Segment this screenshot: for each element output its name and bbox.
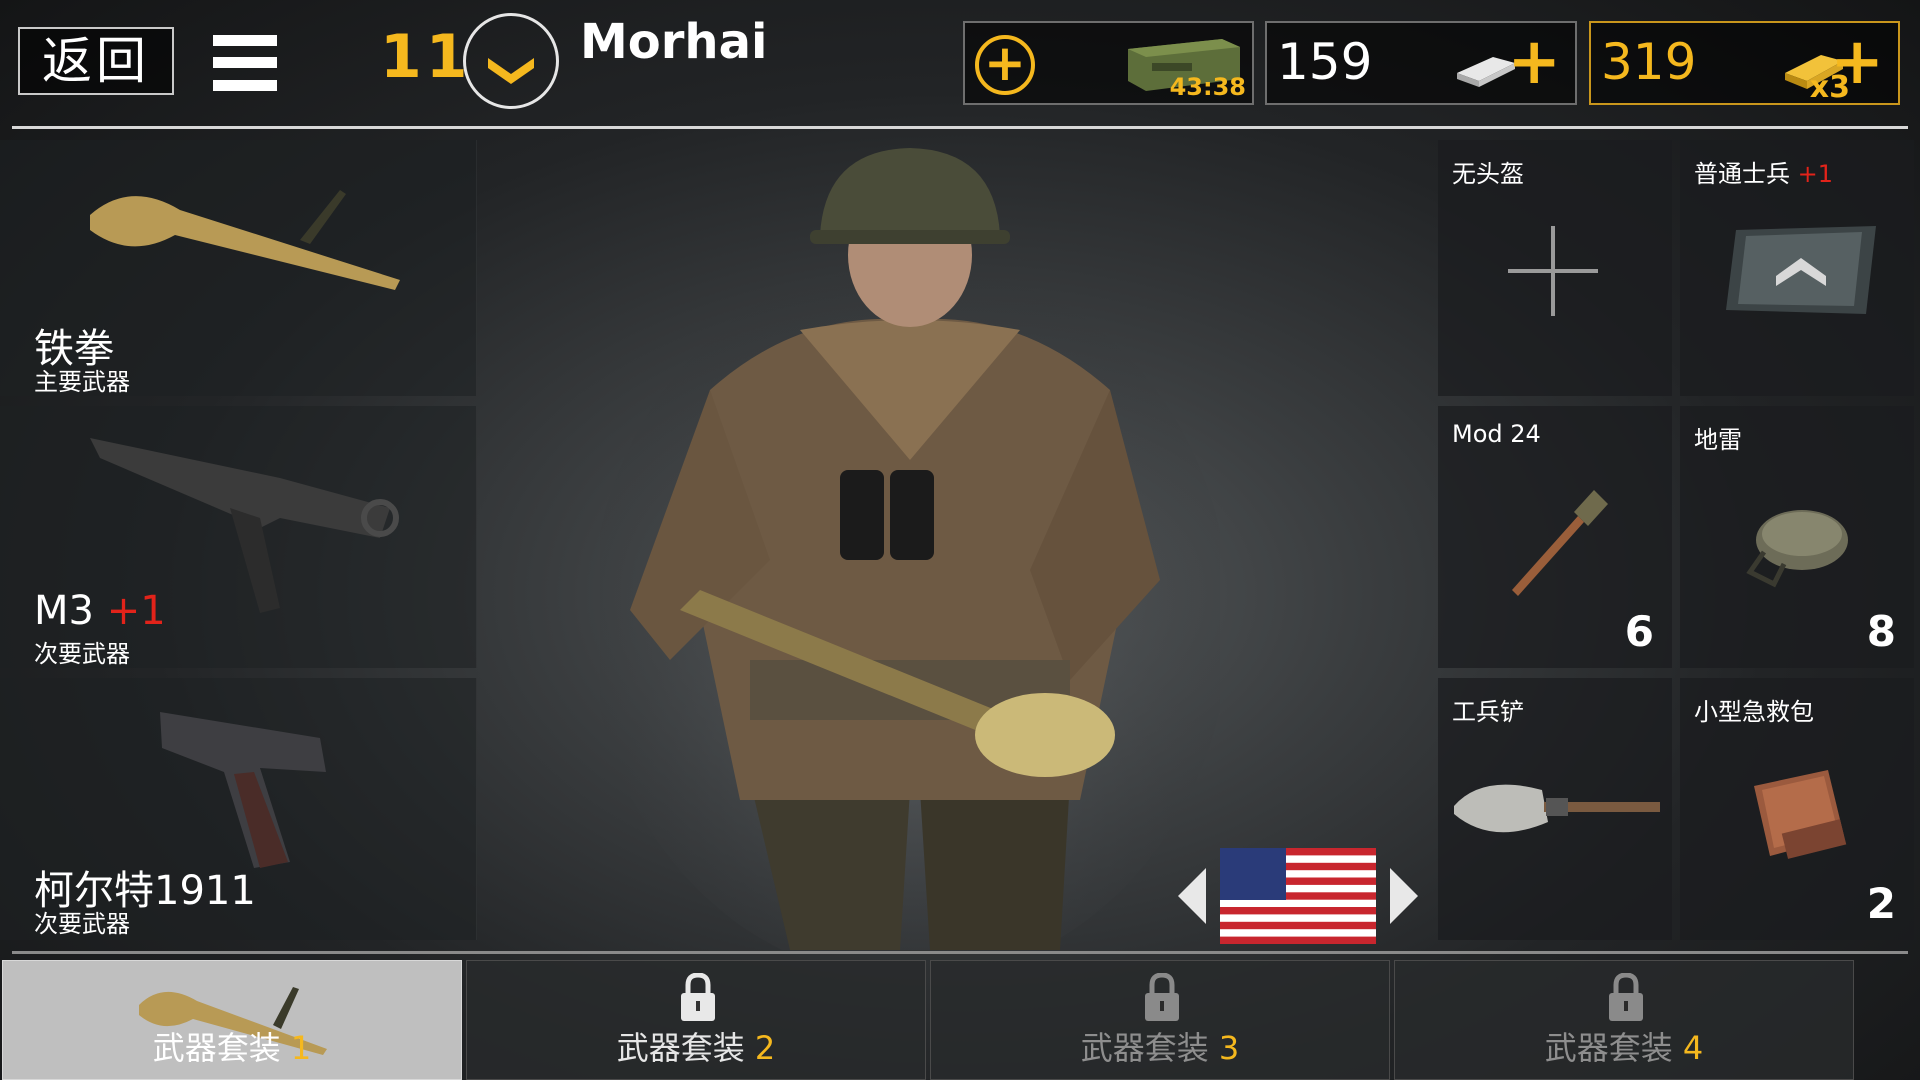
gold-currency[interactable]: 319 x3 + <box>1589 21 1900 105</box>
rank-patch-icon <box>1726 226 1876 314</box>
tab-label: 武器套装 3 <box>1080 1029 1240 1067</box>
crate-timer: 43:38 <box>1169 73 1246 101</box>
weapon-type: 次要武器 <box>34 910 130 938</box>
prev-faction-arrow-icon[interactable] <box>1178 868 1208 924</box>
next-faction-arrow-icon[interactable] <box>1388 868 1418 924</box>
weapon-type: 次要武器 <box>34 640 130 668</box>
player-level: 11 <box>380 22 472 92</box>
lock-icon <box>681 973 715 1021</box>
equipment-count: 6 <box>1624 607 1654 656</box>
rank-chevron-icon[interactable] <box>463 13 559 109</box>
grenade-slot[interactable]: Mod 24 6 <box>1438 406 1672 668</box>
equipment-label: 地雷 <box>1694 426 1742 454</box>
shovel-slot[interactable]: 工兵铲 <box>1438 678 1672 940</box>
tab-loadout-3[interactable]: 武器套装 3 <box>930 960 1390 1080</box>
helmet-slot[interactable]: 无头盔 <box>1438 140 1672 396</box>
tab-loadout-4[interactable]: 武器套装 4 <box>1394 960 1854 1080</box>
add-slot-icon <box>1508 226 1598 316</box>
first-aid-slot[interactable]: 小型急救包 2 <box>1680 678 1914 940</box>
equipment-count: 8 <box>1866 607 1896 656</box>
pistol-icon <box>160 712 326 868</box>
tab-loadout-2[interactable]: 武器套装 2 <box>466 960 926 1080</box>
tab-label: 武器套装 2 <box>616 1029 776 1067</box>
lock-icon <box>1145 973 1179 1021</box>
secondary-weapon-slot-1[interactable]: M3 +1 次要武器 <box>0 406 477 668</box>
weapon-name: M3 +1 <box>34 588 166 634</box>
equipment-count: 2 <box>1866 879 1896 928</box>
add-gold-icon[interactable]: + <box>1830 27 1884 97</box>
supply-crate-widget[interactable]: + 43:38 <box>963 21 1254 105</box>
equipment-label: 无头盔 <box>1452 160 1524 188</box>
soldier-character <box>600 148 1220 950</box>
lock-icon <box>1609 973 1643 1021</box>
tab-loadout-1[interactable]: 武器套装 1 <box>2 960 462 1080</box>
equipment-label: 普通士兵 +1 <box>1694 160 1834 188</box>
top-divider <box>12 126 1908 129</box>
shovel-icon <box>1454 784 1660 833</box>
stick-grenade-icon <box>1512 490 1608 596</box>
tab-label: 武器套装 1 <box>152 1029 312 1067</box>
first-aid-kit-icon <box>1754 770 1847 859</box>
menu-icon[interactable] <box>213 35 277 91</box>
back-button[interactable]: 返回 <box>18 27 174 95</box>
secondary-weapon-slot-2[interactable]: 柯尔特1911 次要武器 <box>0 678 477 940</box>
usa-flag-icon[interactable] <box>1220 848 1376 944</box>
gold-amount: 319 <box>1601 33 1697 91</box>
rank-slot[interactable]: 普通士兵 +1 <box>1680 140 1914 396</box>
add-crate-icon[interactable]: + <box>975 35 1035 95</box>
equipment-label: 小型急救包 <box>1694 698 1814 726</box>
landmine-slot[interactable]: 地雷 8 <box>1680 406 1914 668</box>
bottom-divider <box>12 951 1908 954</box>
silver-amount: 159 <box>1277 33 1373 91</box>
equipment-label: Mod 24 <box>1452 420 1541 448</box>
tab-label: 武器套装 4 <box>1544 1029 1704 1067</box>
primary-weapon-slot[interactable]: 铁拳 主要武器 <box>0 140 477 396</box>
player-name: Morhai <box>580 14 768 70</box>
silver-currency[interactable]: 159 + <box>1265 21 1577 105</box>
equipment-label: 工兵铲 <box>1452 698 1524 726</box>
weapon-type: 主要武器 <box>34 368 130 396</box>
landmine-icon <box>1746 510 1848 588</box>
panzerfaust-icon <box>90 190 400 290</box>
add-silver-icon[interactable]: + <box>1507 27 1561 97</box>
